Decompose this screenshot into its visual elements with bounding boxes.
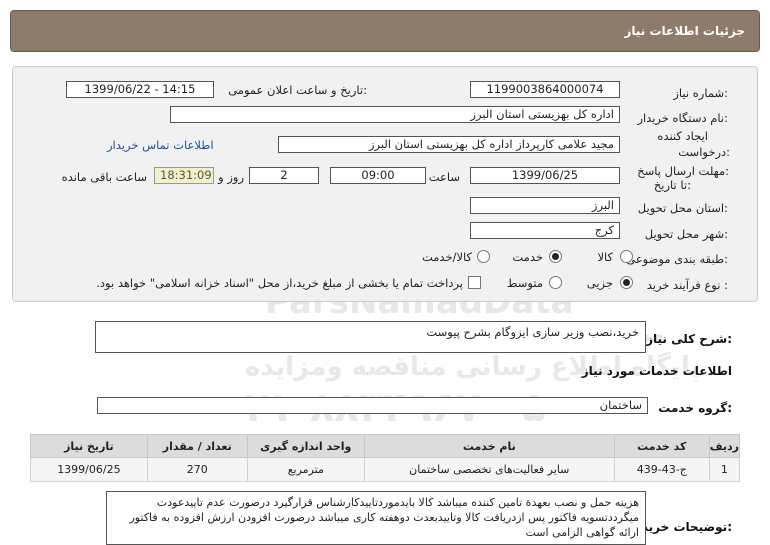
treasury-payment-checkbox[interactable] [468,276,481,289]
cell-need-date: 1399/06/25 [30,457,148,482]
city-field: کرج [470,222,620,239]
buyer-notes-box: هزینه حمل و نصب بعهدة تامین کننده میباشد… [106,491,646,545]
announce-date-label: تاریخ و ساعت اعلان عمومی: [228,83,367,97]
col-need-date: تاریخ نیاز [30,434,148,458]
need-number-label: شماره نیاز: [673,86,728,100]
col-row-number: ردیف [708,434,741,458]
province-field: البرز [470,197,620,214]
category-label: طبقه بندی موضوعی: [626,252,728,266]
remaining-days-label: روز و [218,170,244,184]
cell-unit: مترمربع [246,457,365,482]
col-unit: واحد اندازه گیری [246,434,365,458]
process-minor-label: جزیی [586,276,613,290]
process-minor-radio[interactable] [620,276,633,289]
announce-date-field: 1399/06/22 - 14:15 [66,81,214,98]
requester-field: مجید علامی کارپرداز اداره کل بهزیستی است… [278,136,620,153]
need-number-field: 1199003864000074 [470,81,620,98]
city-label: شهر محل تحویل: [644,227,728,241]
deadline-label-2: تا تاریخ: [653,178,691,192]
remaining-time-label: ساعت باقی مانده [61,170,147,184]
category-service-label: خدمت [512,250,543,264]
deadline-label-1: مهلت ارسال پاسخ: [637,164,729,178]
cell-service-code: ج-43-439 [613,457,710,482]
services-table-header: ردیف کد خدمت نام خدمت واحد اندازه گیری ت… [30,434,741,458]
col-service-name: نام خدمت [363,434,615,458]
province-label: استان محل تحویل: [637,201,728,215]
col-service-code: کد خدمت [613,434,710,458]
cell-quantity: 270 [146,457,248,482]
col-quantity: تعداد / مقدار [146,434,248,458]
cell-service-name: سایر فعالیت‌های تخصصی ساختمان [363,457,615,482]
category-goods-service-radio[interactable] [477,250,490,263]
process-medium-label: متوسط [506,276,543,290]
buyer-org-label: نام دستگاه خریدار: [637,111,728,125]
buyer-org-field: اداره کل بهزیستی استان البرز [170,106,620,123]
remaining-days-field: 2 [249,167,319,184]
process-type-label: نوع فرآیند خرید : [646,278,728,292]
services-table: ردیف کد خدمت نام خدمت واحد اندازه گیری ت… [30,434,741,482]
buyer-contact-link[interactable]: اطلاعات تماس خریدار [107,138,214,152]
deadline-time-label: ساعت [428,170,460,184]
table-row: 1 ج-43-439 سایر فعالیت‌های تخصصی ساختمان… [30,457,741,482]
requester-label-1: ایجاد کننده [657,129,708,143]
services-section-title: اطلاعات خدمات مورد نیاز [581,364,732,378]
service-group-label: گروه خدمت: [658,401,732,415]
summary-label: شرح کلی نیاز: [646,332,732,346]
summary-box: خرید،نصب وزیر سازی ایزوگام بشرح پیوست [95,321,646,353]
need-details-panel [12,66,758,302]
category-service-radio[interactable] [549,250,562,263]
category-goods-label: کالا [597,250,613,264]
service-group-field: ساختمان [97,397,648,414]
page-title: جزئیات اطلاعات نیاز [624,24,745,38]
treasury-payment-note: پرداخت تمام یا بخشی از مبلغ خرید،از محل … [96,276,463,290]
category-goods-service-label: کالا/خدمت [421,250,472,264]
process-medium-radio[interactable] [549,276,562,289]
deadline-time-field: 09:00 [330,167,426,184]
requester-label-2: درخواست: [678,145,730,159]
remaining-time-field: 18:31:09 [154,167,214,184]
page-header: جزئیات اطلاعات نیاز [10,10,760,52]
deadline-date-field: 1399/06/25 [470,167,620,184]
category-goods-radio[interactable] [620,250,633,263]
cell-row-number: 1 [708,457,741,482]
